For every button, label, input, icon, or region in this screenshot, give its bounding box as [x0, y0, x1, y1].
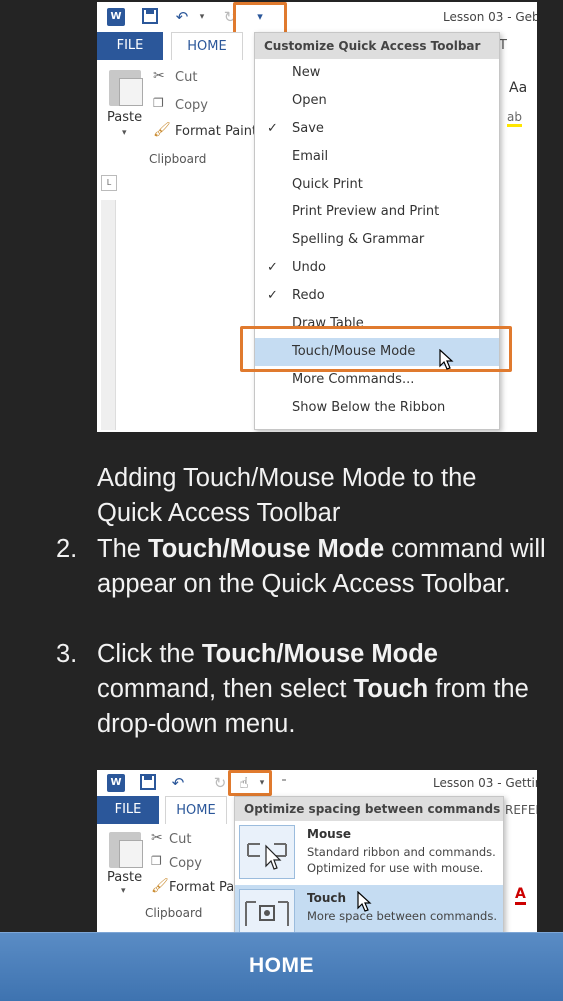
copy-button[interactable]: Copy [175, 98, 208, 113]
format-painter-button[interactable]: Format Pai [169, 880, 238, 895]
title-bar: W ↶ ▾ ↻ ▾ Lesson 03 - Geb [97, 2, 537, 32]
menu-item-label: Show Below the Ribbon [292, 399, 446, 415]
touch-title: Touch [307, 891, 347, 905]
paste-dropdown-icon[interactable]: ▾ [121, 886, 126, 896]
step-2-text: The Touch/Mouse Mode command will appear… [97, 532, 547, 602]
step-3-bold: Touch/Mouse Mode [201, 640, 438, 668]
vertical-ruler [101, 200, 116, 430]
tab-home[interactable]: HOME [165, 796, 227, 824]
mouse-desc-1: Standard ribbon and commands. [307, 845, 496, 859]
step-2-number: 2. [56, 535, 78, 563]
step-3-number: 3. [56, 640, 78, 668]
mouse-mode-icon [239, 825, 295, 879]
step-2-pre: The [97, 535, 149, 563]
cut-button[interactable]: Cut [175, 70, 197, 85]
highlight-color-icon[interactable]: ab [507, 110, 522, 127]
menu-item-label: Quick Print [292, 176, 363, 192]
customize-qat-icon[interactable]: ⁼ [275, 774, 293, 792]
tab-file[interactable]: FILE [97, 32, 163, 60]
paste-button[interactable]: Paste [107, 870, 142, 885]
screenshot-customize-qat: W ↶ ▾ ↻ ▾ Lesson 03 - Geb FILE HOME T Pa… [97, 2, 537, 432]
cursor-icon [357, 891, 372, 912]
touch-desc: More space between commands. [307, 909, 497, 923]
check-icon: ✓ [267, 120, 278, 136]
tab-home[interactable]: HOME [171, 32, 243, 60]
paste-icon[interactable] [109, 70, 143, 106]
step-3-mid: command, then select [97, 675, 354, 703]
clipboard-group-label: Clipboard [149, 152, 207, 166]
word-app-icon: W [107, 8, 125, 26]
menu-item-label: Open [292, 92, 327, 108]
undo-icon[interactable]: ↶ [169, 774, 187, 792]
menu-item[interactable]: Show Below the Ribbon [255, 394, 499, 422]
save-icon[interactable] [139, 774, 157, 792]
menu-item-label: Spelling & Grammar [292, 232, 425, 248]
tab-references-partial[interactable]: REFER [505, 803, 537, 817]
home-button[interactable]: HOME [0, 933, 563, 1001]
mouse-title: Mouse [307, 827, 352, 841]
menu-header: Optimize spacing between commands [235, 797, 503, 821]
menu-item-label: Save [292, 120, 324, 136]
document-title: Lesson 03 - Gettin [433, 776, 537, 790]
undo-dropdown-icon[interactable]: ▾ [193, 8, 211, 26]
step-3-bold2: Touch [353, 675, 429, 703]
menu-item[interactable]: Quick Print [255, 171, 499, 199]
menu-item-label: Undo [292, 260, 326, 276]
format-painter-button[interactable]: Format Paint [175, 124, 257, 139]
menu-item-label: New [292, 65, 321, 80]
cursor-icon [439, 349, 454, 370]
paste-dropdown-icon[interactable]: ▾ [122, 128, 127, 138]
menu-item[interactable]: Print Preview and Print [255, 198, 499, 226]
touch-mouse-highlight [228, 770, 272, 796]
clipboard-group-label: Clipboard [145, 906, 203, 920]
tab-partial: T [499, 38, 507, 53]
menu-item[interactable]: New [255, 59, 499, 87]
paste-button[interactable]: Paste [107, 110, 142, 125]
touch-mouse-menu: Optimize spacing between commands Mouse … [234, 796, 504, 932]
touch-mouse-highlight [240, 326, 512, 372]
menu-item-label: Print Preview and Print [292, 204, 440, 220]
title-bar: W ↶ ↻ ☝ ▾ ⁼ Lesson 03 - Gettin [97, 770, 537, 796]
font-color-icon[interactable]: A [515, 886, 526, 905]
redo-icon[interactable]: ↻ [211, 774, 229, 792]
step-3-pre: Click the [97, 640, 202, 668]
save-icon[interactable] [141, 8, 159, 26]
format-painter-icon: 🖌 [151, 878, 169, 894]
cut-icon: ✂ [151, 830, 163, 846]
step-2-bold: Touch/Mouse Mode [148, 535, 385, 563]
mouse-option[interactable]: Mouse Standard ribbon and commands. Optim… [235, 821, 503, 883]
copy-icon: ❐ [153, 96, 164, 110]
format-painter-icon: 🖌 [153, 122, 171, 138]
word-app-icon: W [107, 774, 125, 792]
menu-item-label: Email [292, 148, 329, 164]
change-case-button[interactable]: Aa [509, 80, 527, 96]
tab-selector[interactable]: L [101, 175, 117, 191]
check-icon: ✓ [267, 260, 278, 276]
menu-item-label: More Commands... [292, 371, 415, 387]
cut-button[interactable]: Cut [169, 832, 191, 847]
menu-item[interactable]: Open [255, 87, 499, 115]
menu-item[interactable]: Email [255, 143, 499, 171]
caption: Adding Touch/Mouse Mode to the Quick Acc… [97, 464, 477, 527]
menu-header: Customize Quick Access Toolbar [255, 33, 499, 59]
mouse-desc: Standard ribbon and commands. Optimized f… [307, 844, 496, 876]
bottom-nav-bar: HOME [0, 932, 563, 1001]
undo-icon[interactable]: ↶ [173, 8, 191, 26]
check-icon: ✓ [267, 288, 278, 304]
menu-item[interactable]: ✓ Save [255, 115, 499, 143]
menu-item[interactable]: Spelling & Grammar [255, 226, 499, 254]
document-title: Lesson 03 - Geb [443, 10, 537, 24]
menu-item[interactable]: ✓ Undo [255, 254, 499, 282]
touch-mode-icon [239, 889, 295, 932]
mouse-desc-2: Optimized for use with mouse. [307, 861, 484, 875]
tab-file[interactable]: FILE [97, 796, 159, 824]
menu-item[interactable]: ✓ Redo [255, 282, 499, 310]
menu-item-label: Redo [292, 288, 325, 304]
copy-button[interactable]: Copy [169, 856, 202, 871]
screenshot-touch-mode-menu: W ↶ ↻ ☝ ▾ ⁼ Lesson 03 - Gettin FILE HOME… [97, 770, 537, 932]
copy-icon: ❐ [151, 854, 162, 868]
paste-icon[interactable] [109, 832, 143, 868]
step-3-text: Click the Touch/Mouse Mode command, then… [97, 637, 547, 742]
cut-icon: ✂ [153, 68, 165, 84]
